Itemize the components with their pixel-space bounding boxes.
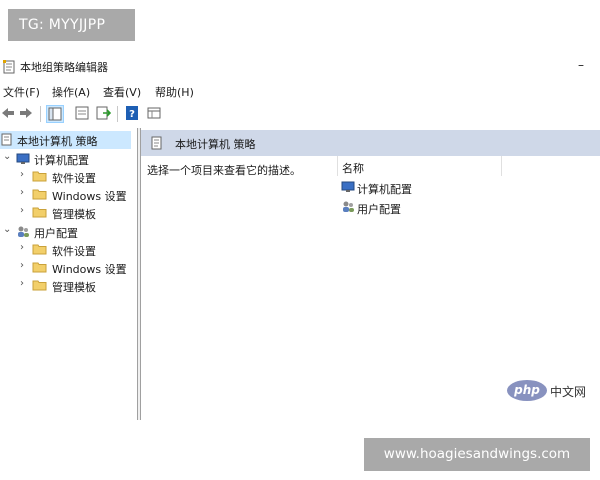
tree-item-label: 管理模板 xyxy=(52,281,96,294)
tree-item-computer-config[interactable]: ⌄ 计算机配置 xyxy=(0,150,137,168)
tree-item-user-windows[interactable]: › Windows 设置 xyxy=(0,259,137,277)
tree-item-computer-admin[interactable]: › 管理模板 xyxy=(0,204,137,222)
folder-icon xyxy=(32,170,47,185)
policy-document-icon xyxy=(151,136,163,153)
tree-item-label: 软件设置 xyxy=(52,172,96,185)
tree-item-label: 软件设置 xyxy=(52,245,96,258)
detail-header-title: 本地计算机 策略 xyxy=(175,138,256,151)
chevron-right-icon[interactable]: › xyxy=(20,242,24,253)
site-watermark: www.hoagiesandwings.com xyxy=(364,438,590,471)
tree-item-label: Windows 设置 xyxy=(52,190,127,203)
tree-item-computer-windows[interactable]: › Windows 设置 xyxy=(0,186,137,204)
tree-item-label: 计算机配置 xyxy=(34,154,89,167)
detail-header: 本地计算机 策略 xyxy=(141,130,600,156)
tree-item-label: 管理模板 xyxy=(52,208,96,221)
chevron-right-icon[interactable]: › xyxy=(20,278,24,289)
properties-icon[interactable] xyxy=(74,105,92,123)
view-icon[interactable] xyxy=(146,105,164,123)
title-bar: 本地组策略编辑器 – xyxy=(0,56,600,78)
tree-item-computer-software[interactable]: › 软件设置 xyxy=(0,168,137,186)
window-title: 本地组策略编辑器 xyxy=(20,61,108,74)
column-divider[interactable] xyxy=(501,156,502,176)
menu-action[interactable]: 操作(A) xyxy=(52,84,90,100)
chevron-right-icon[interactable]: › xyxy=(20,205,24,216)
chevron-right-icon[interactable]: › xyxy=(20,169,24,180)
tree-item-user-admin[interactable]: › 管理模板 xyxy=(0,277,137,295)
menu-help[interactable]: 帮助(H) xyxy=(155,84,194,100)
list-item-label: 用户配置 xyxy=(357,203,401,216)
folder-icon xyxy=(32,243,47,258)
computer-icon xyxy=(341,180,355,196)
detail-pane: 本地计算机 策略 选择一个项目来查看它的描述。 名称 计算机配置 用户配置 xyxy=(141,128,600,420)
users-icon xyxy=(16,225,30,241)
tg-watermark: TG: MYYJJPP xyxy=(8,9,135,41)
menu-file[interactable]: 文件(F) xyxy=(3,84,40,100)
export-icon[interactable] xyxy=(95,105,113,123)
php-logo: php xyxy=(507,380,547,401)
column-divider[interactable] xyxy=(337,156,338,176)
folder-icon xyxy=(32,261,47,276)
toolbar-separator xyxy=(117,106,118,122)
chevron-right-icon[interactable]: › xyxy=(20,260,24,271)
toolbar: ? xyxy=(0,103,600,125)
help-icon[interactable]: ? xyxy=(124,105,142,123)
folder-icon xyxy=(32,188,47,203)
policy-document-icon xyxy=(2,60,16,77)
tree-pane: 本地计算机 策略 ⌄ 计算机配置 › 软件设置 › Windows 设置 › 管… xyxy=(0,128,137,420)
menu-view[interactable]: 查看(V) xyxy=(103,84,141,100)
show-tree-icon[interactable] xyxy=(46,105,64,123)
minimize-button[interactable]: – xyxy=(570,56,592,76)
back-arrow-icon[interactable] xyxy=(0,105,18,123)
tree-item-user-software[interactable]: › 软件设置 xyxy=(0,241,137,259)
tree-item-user-config[interactable]: ⌄ 用户配置 xyxy=(0,223,137,241)
chevron-down-icon[interactable]: ⌄ xyxy=(3,151,11,162)
users-icon xyxy=(341,200,355,216)
toolbar-separator xyxy=(40,106,41,122)
folder-icon xyxy=(32,206,47,221)
computer-icon xyxy=(16,152,30,168)
list-item-label: 计算机配置 xyxy=(357,183,412,196)
menu-bar: 文件(F) 操作(A) 查看(V) 帮助(H) xyxy=(0,82,600,100)
tree-item-label: 本地计算机 策略 xyxy=(17,135,98,148)
description-text: 选择一个项目来查看它的描述。 xyxy=(147,164,301,177)
svg-text:?: ? xyxy=(129,109,135,120)
column-header-name[interactable]: 名称 xyxy=(342,160,364,176)
chevron-right-icon[interactable]: › xyxy=(20,187,24,198)
php-site-label: 中文网 xyxy=(550,385,587,399)
folder-icon xyxy=(32,279,47,294)
forward-arrow-icon[interactable] xyxy=(18,105,36,123)
policy-document-icon xyxy=(1,133,13,149)
chevron-down-icon[interactable]: ⌄ xyxy=(3,224,11,235)
tree-item-label: Windows 设置 xyxy=(52,263,127,276)
tree-item-root[interactable]: 本地计算机 策略 xyxy=(0,131,131,149)
tree-item-label: 用户配置 xyxy=(34,227,78,240)
